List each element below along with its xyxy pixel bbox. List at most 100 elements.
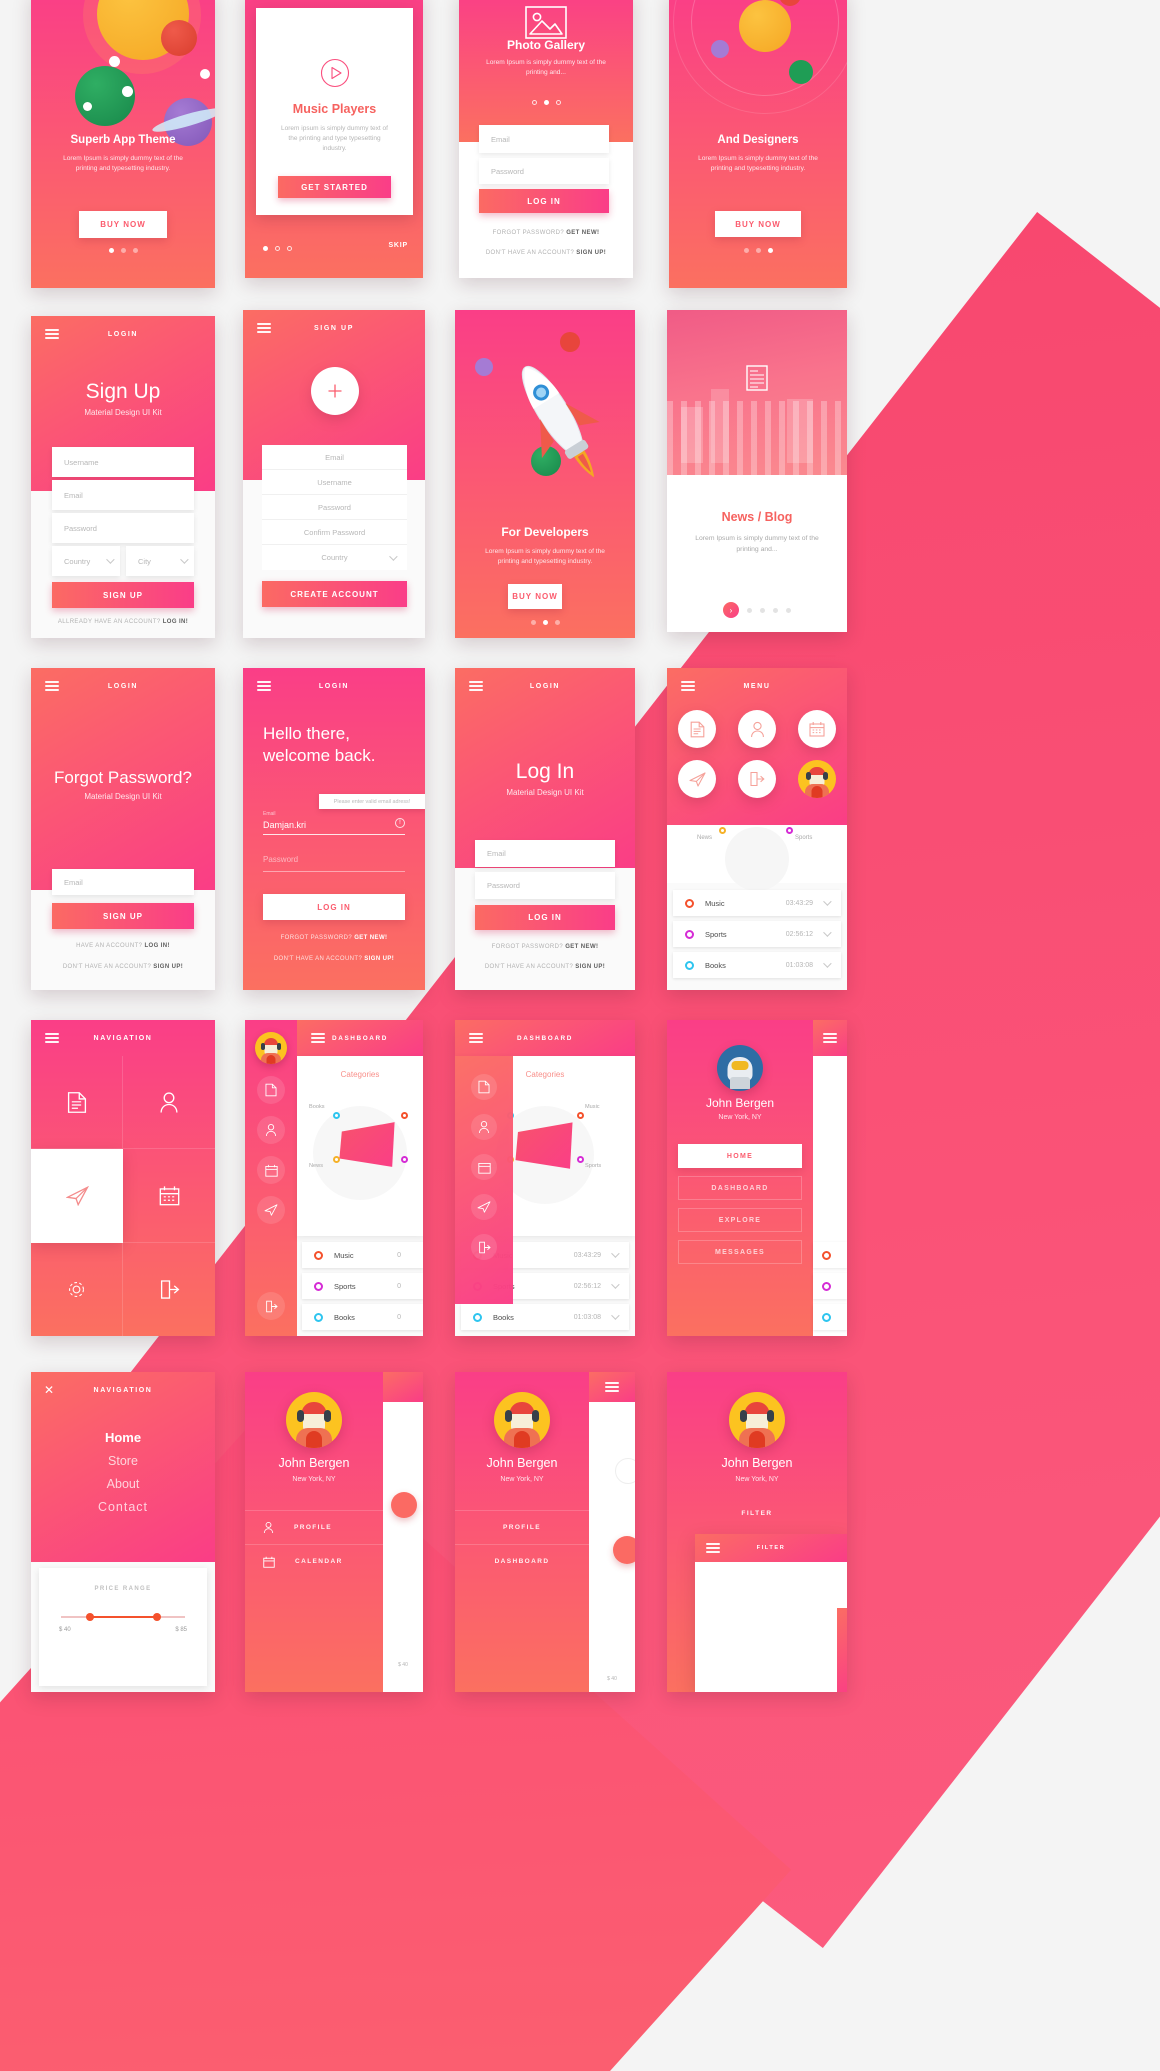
menu-item-avatar[interactable]	[798, 760, 836, 798]
menu-item-profile[interactable]: PROFILE	[245, 1510, 383, 1544]
hamburger-icon[interactable]	[311, 1033, 325, 1043]
menu-item-home[interactable]: HOME	[678, 1144, 802, 1168]
password-input[interactable]: Password	[52, 513, 194, 543]
chevron-down-icon[interactable]	[823, 897, 832, 906]
password-input[interactable]: Password	[475, 872, 615, 899]
close-icon[interactable]: ✕	[44, 1384, 54, 1396]
table-row[interactable]: Music 0	[302, 1242, 423, 1268]
buy-now-button-designers[interactable]: BUY NOW	[715, 211, 801, 237]
designers-pagination-dots[interactable]	[669, 248, 847, 253]
nav-link-store[interactable]: Store	[31, 1454, 215, 1468]
sidebar-item-document[interactable]	[471, 1074, 497, 1100]
confirm-password-input[interactable]: Confirm Password	[262, 520, 407, 545]
sidebar-item-calendar[interactable]	[257, 1156, 285, 1184]
menu-item-dashboard[interactable]: DASHBOARD	[678, 1176, 802, 1200]
menu-item-explore[interactable]: EXPLORE	[678, 1208, 802, 1232]
table-row[interactable]	[813, 1273, 847, 1299]
add-button[interactable]	[311, 367, 359, 415]
nav-link-about[interactable]: About	[31, 1477, 215, 1491]
nav-cell-user[interactable]	[123, 1056, 215, 1150]
nav-link-contact[interactable]: Contact	[31, 1500, 215, 1514]
signup-link[interactable]: DON'T HAVE AN ACCOUNT? SIGN UP!	[455, 964, 635, 970]
price-range-slider[interactable]	[61, 1612, 185, 1621]
menu-item-calendar[interactable]: CALENDAR	[245, 1544, 383, 1578]
table-row[interactable]	[813, 1304, 847, 1330]
table-row[interactable]	[813, 1242, 847, 1268]
nav-cell-logout[interactable]	[123, 1243, 215, 1336]
buy-now-button[interactable]: BUY NOW	[79, 211, 167, 238]
hamburger-icon[interactable]	[823, 1033, 837, 1043]
pagination-dots[interactable]	[31, 248, 215, 253]
menu-item-user[interactable]	[738, 710, 776, 748]
menu-item-logout[interactable]	[738, 760, 776, 798]
sidebar-item-user[interactable]	[257, 1116, 285, 1144]
hamburger-icon[interactable]	[257, 681, 271, 691]
menu-item-profile[interactable]: PROFILE	[455, 1510, 589, 1544]
sidebar-item-document[interactable]	[257, 1076, 285, 1104]
login-button[interactable]: LOG IN	[263, 894, 405, 920]
table-row[interactable]: Music 03:43:29	[673, 890, 841, 916]
no-account-link[interactable]: DON'T HAVE AN ACCOUNT? SIGN UP!	[31, 964, 215, 970]
table-row[interactable]: Books 01:03:08	[461, 1304, 629, 1330]
menu-item-document[interactable]	[678, 710, 716, 748]
hamburger-icon[interactable]	[469, 681, 483, 691]
music-pagination-dots[interactable]	[263, 246, 292, 251]
nav-link-home[interactable]: Home	[31, 1430, 215, 1445]
hamburger-icon[interactable]	[45, 1033, 59, 1043]
sidebar-item-logout[interactable]	[471, 1234, 497, 1260]
forgot-password-link[interactable]: FORGOT PASSWORD? GET NEW!	[459, 230, 633, 236]
next-arrow-button[interactable]: ›	[723, 602, 739, 618]
login-button[interactable]: LOG IN	[475, 905, 615, 930]
email-input[interactable]: Email	[52, 480, 194, 510]
filter-label[interactable]: FILTER	[667, 1510, 847, 1517]
username-input[interactable]: Username	[262, 470, 407, 495]
chevron-down-icon[interactable]	[611, 1280, 620, 1289]
have-account-link[interactable]: HAVE AN ACCOUNT? LOG IN!	[31, 943, 215, 949]
nav-cell-calendar[interactable]	[123, 1149, 215, 1243]
chevron-down-icon[interactable]	[611, 1249, 620, 1258]
nav-cell-document[interactable]	[31, 1056, 123, 1150]
hamburger-icon[interactable]	[469, 1033, 483, 1043]
country-select[interactable]: Country	[52, 546, 120, 576]
login-button[interactable]: LOG IN	[479, 189, 609, 213]
sidebar-item-send[interactable]	[257, 1196, 285, 1224]
hamburger-icon[interactable]	[45, 681, 59, 691]
menu-item-send[interactable]	[678, 760, 716, 798]
slider-knob-min[interactable]	[85, 1612, 94, 1621]
email-input[interactable]: Email	[262, 445, 407, 470]
sidebar-item-user[interactable]	[471, 1114, 497, 1140]
chevron-down-icon[interactable]	[823, 928, 832, 937]
email-input[interactable]: Email	[475, 840, 615, 867]
filter-side-tab[interactable]	[837, 1608, 847, 1692]
username-input[interactable]: Username	[52, 447, 194, 477]
hamburger-icon[interactable]	[257, 323, 271, 333]
create-account-button[interactable]: CREATE ACCOUNT	[262, 581, 407, 607]
signup-link[interactable]: DON'T HAVE AN ACCOUNT? SIGN UP!	[243, 956, 425, 962]
signup-link[interactable]: DON'T HAVE AN ACCOUNT? SIGN UP!	[459, 250, 633, 256]
photo-pagination-dots[interactable]	[459, 100, 633, 105]
menu-item-messages[interactable]: MESSAGES	[678, 1240, 802, 1264]
menu-item-dashboard[interactable]: DASHBOARD	[455, 1544, 589, 1578]
password-input[interactable]: Password	[479, 158, 609, 184]
sidebar-item-logout[interactable]	[257, 1292, 285, 1320]
sidebar-avatar[interactable]	[255, 1032, 287, 1064]
signup-button[interactable]: SIGN UP	[52, 903, 194, 929]
forgot-password-link[interactable]: FORGOT PASSWORD? GET NEW!	[455, 944, 635, 950]
city-select[interactable]: City	[126, 546, 194, 576]
developers-pagination-dots[interactable]	[455, 620, 635, 625]
chevron-down-icon[interactable]	[823, 959, 832, 968]
password-input[interactable]: Password	[262, 495, 407, 520]
hamburger-icon[interactable]	[605, 1382, 619, 1392]
hamburger-icon[interactable]	[706, 1543, 720, 1553]
email-field-value[interactable]: Damjan.kri	[263, 820, 306, 830]
chevron-down-icon[interactable]	[611, 1311, 620, 1320]
forgot-password-link[interactable]: FORGOT PASSWORD? GET NEW!	[243, 935, 425, 941]
slider-knob-max[interactable]	[152, 1612, 161, 1621]
email-input[interactable]: Email	[52, 869, 194, 895]
country-select[interactable]: Country	[262, 545, 407, 570]
hamburger-icon[interactable]	[681, 681, 695, 691]
sidebar-item-send[interactable]	[471, 1194, 497, 1220]
sidebar-item-calendar[interactable]	[471, 1154, 497, 1180]
password-input[interactable]: Password	[263, 855, 298, 864]
email-input[interactable]: Email	[479, 125, 609, 153]
